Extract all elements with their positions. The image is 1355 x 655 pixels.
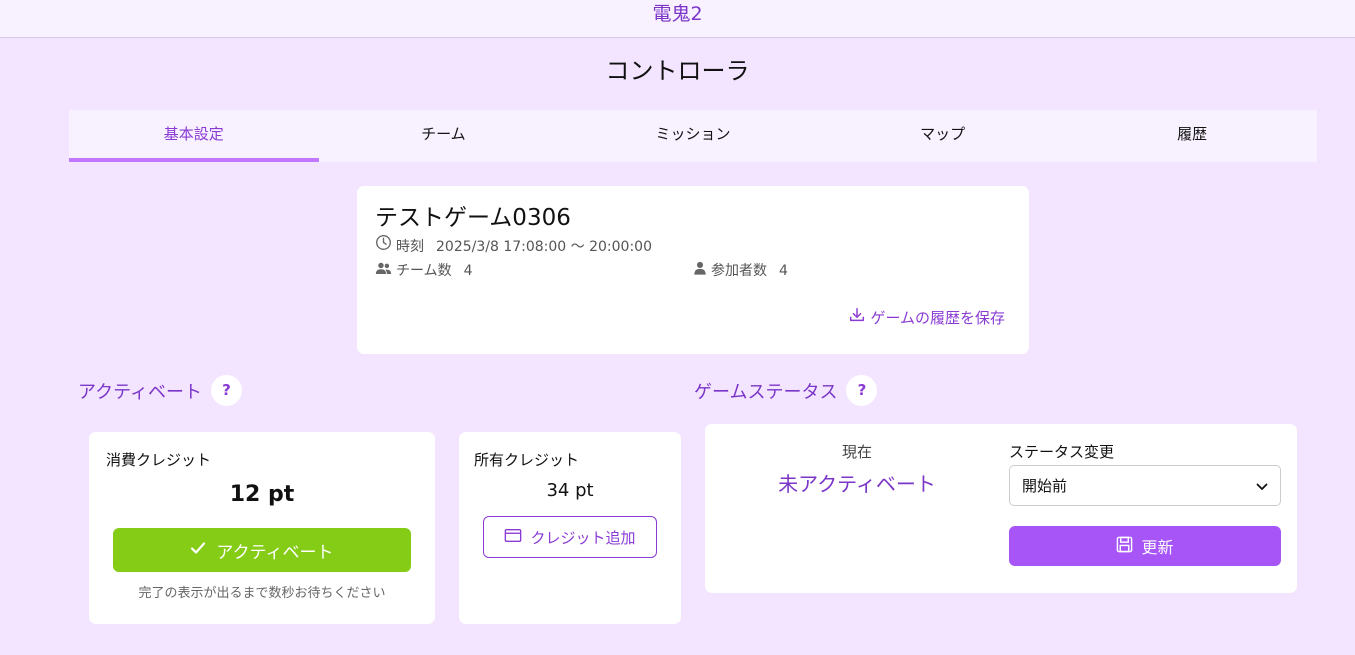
save-icon xyxy=(1116,536,1141,557)
tab-teams[interactable]: チーム xyxy=(319,110,569,162)
consume-credit-value: 12 pt xyxy=(229,482,295,507)
counts-row: チーム数 4 参加者数 4 xyxy=(375,259,1011,283)
status-select-value: 開始前 xyxy=(1022,477,1068,495)
wait-note: 完了の表示が出るまで数秒お待ちください xyxy=(138,586,386,601)
page-title: コントローラ xyxy=(605,57,750,85)
team-count: チーム数 4 xyxy=(375,259,693,283)
tab-basic-settings[interactable]: 基本設定 xyxy=(69,110,319,162)
game-status-card: 現在 未アクティベート ステータス変更 開始前 更新 xyxy=(705,424,1297,593)
time-value: 2025/3/8 17:08:00 〜 20:00:00 xyxy=(436,238,652,255)
download-icon xyxy=(848,306,870,328)
game-info-card: テストゲーム0306 時刻 2025/3/8 17:08:00 〜 20:00:… xyxy=(357,186,1029,354)
time-row: 時刻 2025/3/8 17:08:00 〜 20:00:00 xyxy=(375,234,1011,259)
participant-count-value: 4 xyxy=(779,263,788,279)
clock-icon xyxy=(375,234,396,259)
game-name: テストゲーム0306 xyxy=(375,205,571,231)
add-credit-button[interactable]: クレジット追加 xyxy=(483,516,657,558)
status-select[interactable]: 開始前 xyxy=(1009,465,1281,506)
status-change-label: ステータス変更 xyxy=(1009,443,1115,461)
status-heading-text: ゲームステータス xyxy=(694,381,838,403)
tab-bar: 基本設定 チーム ミッション マップ 履歴 xyxy=(69,110,1317,162)
update-button[interactable]: 更新 xyxy=(1009,526,1281,566)
activate-heading-text: アクティベート xyxy=(78,381,203,403)
current-status-value: 未アクティベート xyxy=(778,472,936,496)
top-bar: 電鬼2 xyxy=(0,0,1355,38)
team-count-label: チーム数 xyxy=(396,263,452,279)
tab-map[interactable]: マップ xyxy=(818,110,1068,162)
consume-credit-card: 消費クレジット 12 pt アクティベート 完了の表示が出るまで数秒お待ちくださ… xyxy=(89,432,435,624)
users-icon xyxy=(375,259,396,283)
chevron-down-icon xyxy=(1256,477,1268,495)
tab-missions[interactable]: ミッション xyxy=(568,110,818,162)
own-credit-card: 所有クレジット 34 pt クレジット追加 xyxy=(459,432,681,624)
time-label: 時刻 xyxy=(396,238,424,255)
participant-count: 参加者数 4 xyxy=(693,259,1011,283)
own-credit-label: 所有クレジット xyxy=(474,451,580,469)
check-icon xyxy=(190,540,216,560)
own-credit-value: 34 pt xyxy=(546,480,594,501)
save-history-label: ゲームの履歴を保存 xyxy=(870,308,1005,327)
team-count-value: 4 xyxy=(463,263,473,279)
app-title: 電鬼2 xyxy=(652,3,703,25)
consume-credit-label: 消費クレジット xyxy=(106,451,212,469)
status-change: ステータス変更 開始前 更新 xyxy=(1009,442,1281,566)
status-help-button[interactable]: ? xyxy=(846,375,878,406)
update-button-label: 更新 xyxy=(1141,538,1174,557)
credit-card-icon xyxy=(504,528,530,547)
add-credit-label: クレジット追加 xyxy=(530,528,636,547)
status-section-heading: ゲームステータス ? xyxy=(694,375,878,406)
activate-section-heading: アクティベート ? xyxy=(78,375,243,406)
participant-count-label: 参加者数 xyxy=(711,263,767,279)
activate-button[interactable]: アクティベート xyxy=(113,528,411,572)
user-icon xyxy=(693,259,711,283)
save-history-link[interactable]: ゲームの履歴を保存 xyxy=(848,306,1005,328)
current-status-label: 現在 xyxy=(841,443,872,461)
tab-history[interactable]: 履歴 xyxy=(1067,110,1317,162)
activate-button-label: アクティベート xyxy=(216,542,334,563)
current-status: 現在 未アクティベート xyxy=(765,442,949,498)
activate-help-button[interactable]: ? xyxy=(211,375,243,406)
